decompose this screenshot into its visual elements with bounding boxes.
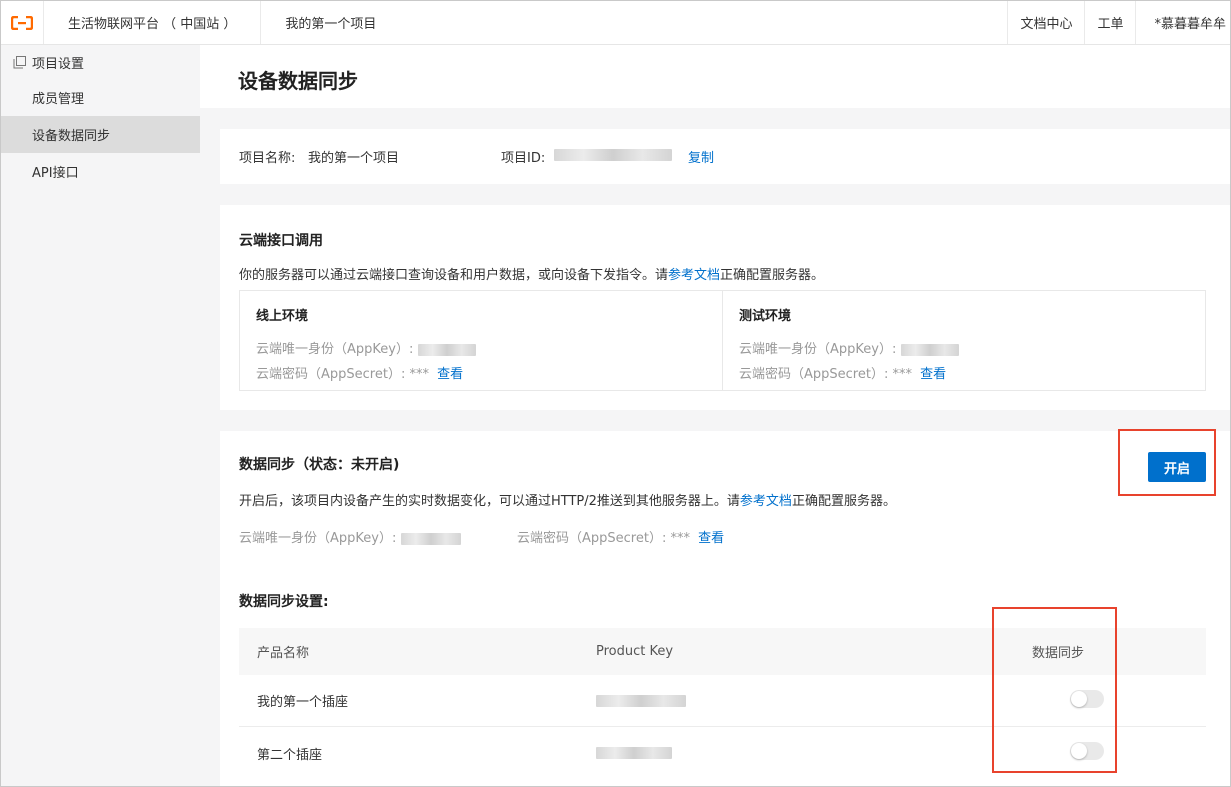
copy-icon	[13, 55, 26, 68]
data-sync-doc-link[interactable]: 参考文档	[740, 494, 792, 509]
highlight-box-toggles	[992, 607, 1117, 773]
top-bar: 生活物联网平台 （ 中国站 ） 我的第一个项目 文档中心 工单 *慕暮暮牟牟	[1, 1, 1230, 45]
cloud-api-desc: 你的服务器可以通过云端接口查询设备和用户数据，或向设备下发指令。请参考文档正确配…	[239, 268, 825, 283]
project-name-label: 项目名称:	[239, 151, 296, 166]
sidebar-item-api[interactable]: API接口	[1, 153, 200, 190]
project-info-card: 项目名称: 我的第一个项目 项目ID: 复制	[220, 129, 1230, 184]
env-box: 线上环境 云端唯一身份（AppKey）: 云端密码（AppSecret）: **…	[239, 290, 1206, 391]
data-sync-desc: 开启后，该项目内设备产生的实时数据变化，可以通过HTTP/2推送到其他服务器上。…	[239, 494, 896, 509]
sidebar-group-project-settings: 项目设置	[1, 45, 200, 79]
online-env-title: 线上环境	[256, 309, 309, 324]
online-env: 线上环境 云端唯一身份（AppKey）: 云端密码（AppSecret）: **…	[240, 291, 722, 390]
ticket-link[interactable]: 工单	[1084, 1, 1135, 44]
online-appkey-label: 云端唯一身份（AppKey）:	[256, 342, 414, 357]
test-view-secret-link[interactable]: 查看	[920, 367, 946, 382]
sync-appkey-label: 云端唯一身份（AppKey）:	[239, 531, 397, 546]
online-appkey-redacted	[417, 343, 476, 356]
highlight-box-enable	[1118, 429, 1216, 496]
cloud-api-card: 云端接口调用 你的服务器可以通过云端接口查询设备和用户数据，或向设备下发指令。请…	[220, 205, 1230, 410]
docs-link[interactable]: 文档中心	[1007, 1, 1084, 44]
sync-settings-title: 数据同步设置:	[239, 594, 329, 610]
test-secret-mask: ***	[892, 367, 912, 382]
sync-appkey-redacted	[400, 532, 461, 545]
platform-switcher[interactable]: 生活物联网平台 （ 中国站 ）	[44, 1, 262, 44]
online-secret-label: 云端密码（AppSecret）:	[256, 367, 406, 382]
product-key-redacted	[596, 694, 686, 707]
page-title: 设备数据同步	[238, 69, 358, 93]
test-env-title: 测试环境	[739, 309, 792, 324]
product-name-cell: 第二个插座	[257, 747, 323, 763]
app-frame: 生活物联网平台 （ 中国站 ） 我的第一个项目 文档中心 工单 *慕暮暮牟牟 项…	[0, 0, 1231, 787]
test-appkey-redacted	[900, 343, 959, 356]
project-id-label: 项目ID:	[501, 151, 546, 166]
sidebar-item-device-data-sync[interactable]: 设备数据同步	[1, 116, 200, 153]
sidebar: 项目设置 成员管理 设备数据同步 API接口	[1, 45, 200, 786]
sync-secret-mask: ***	[670, 531, 690, 546]
col-product-key: Product Key	[596, 644, 674, 659]
project-name-value: 我的第一个项目	[308, 151, 400, 166]
user-menu[interactable]: *慕暮暮牟牟	[1135, 1, 1230, 44]
data-sync-title: 数据同步（状态：未开启)	[239, 457, 400, 473]
online-view-secret-link[interactable]: 查看	[437, 367, 463, 382]
test-secret-label: 云端密码（AppSecret）:	[739, 367, 889, 382]
product-key-redacted	[596, 747, 672, 759]
aliyun-logo-icon[interactable]	[1, 1, 44, 44]
project-switcher[interactable]: 我的第一个项目	[261, 1, 400, 44]
test-appkey-label: 云端唯一身份（AppKey）:	[739, 342, 897, 357]
sidebar-item-members[interactable]: 成员管理	[1, 79, 200, 116]
col-product-name: 产品名称	[257, 646, 310, 661]
project-id-value-redacted	[554, 149, 672, 161]
page-header: 设备数据同步	[200, 45, 1230, 108]
cloud-api-doc-link[interactable]: 参考文档	[668, 268, 720, 283]
test-env: 测试环境 云端唯一身份（AppKey）: 云端密码（AppSecret）: **…	[722, 291, 1205, 390]
cloud-api-title: 云端接口调用	[239, 233, 323, 249]
product-name-cell: 我的第一个插座	[257, 695, 349, 710]
online-secret-mask: ***	[409, 367, 429, 382]
sync-view-secret-link[interactable]: 查看	[698, 531, 724, 546]
sidebar-group-label: 项目设置	[32, 56, 85, 72]
sync-secret-label: 云端密码（AppSecret）:	[517, 531, 667, 546]
copy-project-id-link[interactable]: 复制	[688, 147, 714, 166]
